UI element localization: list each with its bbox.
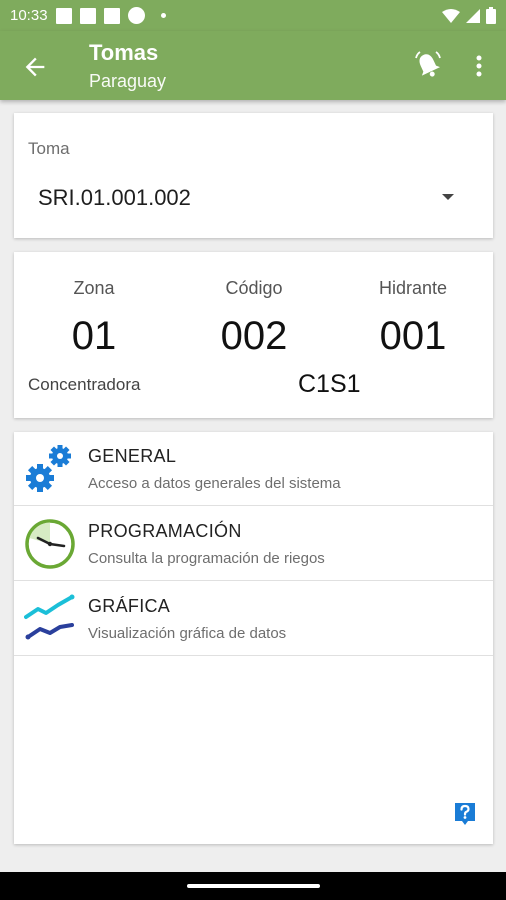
status-bar: 10:33: [0, 0, 506, 31]
wifi-icon: [442, 8, 460, 23]
notification-icon: [127, 7, 145, 24]
navigation-bar: [0, 872, 506, 900]
alarm-bell-icon[interactable]: [413, 50, 443, 80]
menu-item-general[interactable]: GENERAL Acceso a datos generales del sis…: [14, 432, 493, 506]
menu-item-description: Consulta la programación de riegos: [88, 550, 325, 567]
status-icons: [442, 7, 496, 24]
menu-item-grafica[interactable]: GRÁFICA Visualización gráfica de datos: [14, 582, 493, 656]
page-title: Tomas: [89, 40, 159, 65]
gears-icon: [26, 445, 71, 492]
hidrante-value: 001: [379, 314, 447, 358]
notification-icon: [79, 7, 96, 24]
concentradora-value: C1S1: [298, 370, 361, 398]
zona-value: 01: [71, 314, 117, 358]
menu-item-programacion[interactable]: PROGRAMACIÓN Consulta la programación de…: [14, 507, 493, 581]
back-arrow-icon[interactable]: [21, 53, 49, 81]
toma-label: Toma: [28, 139, 70, 158]
home-gesture-handle[interactable]: [187, 884, 320, 888]
page-subtitle: Paraguay: [89, 71, 167, 91]
overflow-menu-icon[interactable]: [470, 51, 488, 81]
menu-item-title: GRÁFICA: [88, 596, 171, 616]
more-notifications-icon: [160, 13, 166, 18]
clock-icon: [25, 519, 75, 569]
battery-icon: [486, 7, 496, 24]
menu-item-title: GENERAL: [88, 446, 177, 466]
toma-selected-value: SRI.01.001.002: [38, 185, 191, 210]
notification-icon: [103, 7, 120, 24]
app-bar: Tomas Paraguay: [0, 31, 506, 100]
status-time: 10:33: [10, 7, 48, 24]
codigo-value: 002: [220, 314, 288, 358]
notification-icon: [55, 7, 72, 24]
codigo-label: Código: [225, 278, 283, 298]
menu-item-title: PROGRAMACIÓN: [88, 521, 242, 541]
info-card: Zona 01 Código 002 Hidrante 001 Concentr…: [14, 252, 493, 418]
toma-card: Toma SRI.01.001.002: [14, 113, 493, 238]
zona-label: Zona: [73, 278, 115, 298]
menu-item-description: Visualización gráfica de datos: [88, 625, 287, 642]
toma-dropdown[interactable]: SRI.01.001.002: [14, 173, 493, 223]
menu-card: GENERAL Acceso a datos generales del sis…: [14, 432, 493, 844]
chart-lines-icon: [24, 594, 75, 640]
signal-icon: [466, 8, 480, 23]
concentradora-label: Concentradora: [28, 375, 141, 394]
dropdown-arrow-icon: [442, 194, 454, 200]
menu-item-description: Acceso a datos generales del sistema: [88, 475, 341, 492]
help-icon[interactable]: [454, 802, 476, 826]
hidrante-label: Hidrante: [378, 278, 448, 298]
